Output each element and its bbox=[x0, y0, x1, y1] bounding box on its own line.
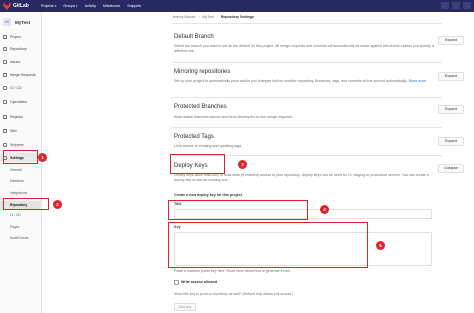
section-title-protected-tags: Protected Tags bbox=[174, 134, 214, 140]
form-heading: Create a new deploy key for this project bbox=[174, 193, 242, 197]
sidebar-subitem-audit-events[interactable]: Audit Events bbox=[0, 234, 41, 242]
book-icon bbox=[3, 128, 7, 133]
nav-snippets[interactable]: Snippets bbox=[127, 4, 141, 8]
avatar: M bbox=[3, 18, 11, 26]
sidebar-item-project[interactable]: Project bbox=[0, 32, 41, 41]
section-desc-default-branch: Select the branch you want to set as the… bbox=[174, 44, 434, 53]
brand-name[interactable]: GitLab bbox=[13, 3, 29, 9]
plus-icon[interactable] bbox=[452, 2, 460, 9]
sidebar-item-merge-requests[interactable]: Merge Requests bbox=[0, 70, 41, 79]
annotation-marker-5: 5 bbox=[376, 241, 385, 250]
chevron-down-icon: ▾ bbox=[76, 4, 78, 8]
divider bbox=[172, 97, 442, 98]
sidebar-subitem-ci-cd[interactable]: CI / CD bbox=[0, 211, 41, 219]
search-icon[interactable] bbox=[441, 2, 449, 9]
rocket-icon bbox=[3, 85, 7, 90]
sidebar-item-operations[interactable]: Operations bbox=[0, 97, 41, 106]
user-menu-icon[interactable] bbox=[463, 2, 471, 9]
breadcrumb-separator: › bbox=[198, 15, 200, 19]
top-navbar: GitLab Projects▾ Groups▾ Activity Milest… bbox=[0, 0, 474, 12]
nav-activity[interactable]: Activity bbox=[85, 4, 96, 8]
project-name: MyTest bbox=[15, 19, 31, 25]
sidebar-item-repository[interactable]: Repository bbox=[0, 44, 41, 53]
expand-protected-branches-button[interactable]: Expand bbox=[438, 105, 464, 114]
expand-mirroring-button[interactable]: Expand bbox=[438, 72, 464, 81]
sidebar-subitem-integrations[interactable]: Integrations bbox=[0, 189, 41, 197]
section-title-default-branch: Default Branch bbox=[174, 34, 214, 40]
sidebar-item-issues[interactable]: Issues bbox=[0, 57, 41, 66]
cloud-icon bbox=[3, 99, 7, 104]
title-input[interactable] bbox=[174, 209, 432, 219]
nav-projects[interactable]: Projects▾ bbox=[41, 4, 57, 8]
section-desc-protected-tags: Limit access to creating and updating ta… bbox=[174, 144, 243, 148]
gitlab-logo-icon[interactable] bbox=[3, 2, 11, 10]
sidebar-subitem-repository[interactable]: Repository bbox=[0, 201, 41, 209]
breadcrumb: Jeremy Brooks › MyTest › Repository Settings bbox=[172, 15, 254, 19]
add-key-button[interactable]: Add key bbox=[174, 303, 196, 311]
write-access-checkbox[interactable] bbox=[174, 280, 179, 285]
breadcrumb-owner[interactable]: Jeremy Brooks bbox=[172, 15, 195, 19]
project-sidebar: M MyTest Project Repository Issues Merge… bbox=[0, 12, 42, 313]
expand-protected-tags-button[interactable]: Expand bbox=[438, 137, 464, 146]
chevron-down-icon: ▾ bbox=[54, 4, 57, 8]
box-icon bbox=[3, 114, 7, 119]
section-title-mirroring: Mirroring repositories bbox=[174, 69, 231, 75]
breadcrumb-separator: › bbox=[216, 15, 218, 19]
expand-default-branch-button[interactable]: Expand bbox=[438, 36, 464, 45]
sidebar-project-header[interactable]: M MyTest bbox=[0, 12, 41, 28]
sidebar-subitem-members[interactable]: Members bbox=[0, 177, 41, 185]
divider bbox=[172, 62, 442, 63]
gear-icon bbox=[3, 155, 7, 160]
title-label: Title bbox=[174, 202, 182, 206]
section-desc-mirroring: Set up your project to automatically pus… bbox=[174, 79, 427, 83]
key-help-text: Paste a machine public key here. Read mo… bbox=[174, 269, 291, 273]
read-more-link[interactable]: Read more bbox=[409, 79, 427, 83]
write-access-label[interactable]: Write access allowed bbox=[181, 280, 217, 284]
sidebar-subitem-general[interactable]: General bbox=[0, 166, 41, 174]
sidebar-item-snippets[interactable]: Snippets bbox=[0, 140, 41, 149]
nav-milestones[interactable]: Milestones bbox=[103, 4, 120, 8]
annotation-marker-1: 1 bbox=[38, 153, 47, 162]
home-icon bbox=[3, 34, 7, 39]
collapse-deploy-keys-button[interactable]: Collapse bbox=[438, 164, 464, 173]
issues-icon bbox=[3, 59, 7, 64]
key-textarea[interactable] bbox=[174, 232, 432, 266]
doc-icon bbox=[3, 46, 7, 51]
merge-icon bbox=[3, 72, 7, 77]
topbar-actions bbox=[441, 2, 471, 9]
section-title-protected-branches: Protected Branches bbox=[174, 104, 227, 110]
breadcrumb-current[interactable]: Repository Settings bbox=[221, 15, 254, 19]
scissors-icon bbox=[3, 142, 7, 147]
generate-key-help-link[interactable]: here bbox=[283, 269, 290, 273]
divider bbox=[172, 127, 442, 128]
sidebar-item-registry[interactable]: Registry bbox=[0, 112, 41, 121]
annotation-marker-3: 3 bbox=[238, 160, 247, 169]
section-desc-deploy-keys: Deploy keys allow read-only or read-writ… bbox=[174, 173, 429, 182]
write-access-help: Allow this key to push to repository as … bbox=[174, 292, 294, 296]
sidebar-subitem-pages[interactable]: Pages bbox=[0, 223, 41, 231]
annotation-marker-4: 4 bbox=[320, 205, 329, 214]
section-desc-protected-branches: Keep stable branches secure and force de… bbox=[174, 115, 293, 119]
annotation-marker-2: 2 bbox=[53, 200, 62, 209]
nav-groups[interactable]: Groups▾ bbox=[63, 4, 77, 8]
sidebar-item-settings[interactable]: Settings bbox=[0, 153, 41, 162]
sidebar-item-wiki[interactable]: Wiki bbox=[0, 126, 41, 135]
section-title-deploy-keys: Deploy Keys bbox=[174, 163, 208, 169]
sidebar-item-ci-cd[interactable]: CI / CD bbox=[0, 83, 41, 92]
breadcrumb-project[interactable]: MyTest bbox=[203, 15, 214, 19]
divider bbox=[172, 23, 442, 24]
key-label: Key bbox=[174, 225, 181, 229]
divider bbox=[172, 155, 442, 156]
